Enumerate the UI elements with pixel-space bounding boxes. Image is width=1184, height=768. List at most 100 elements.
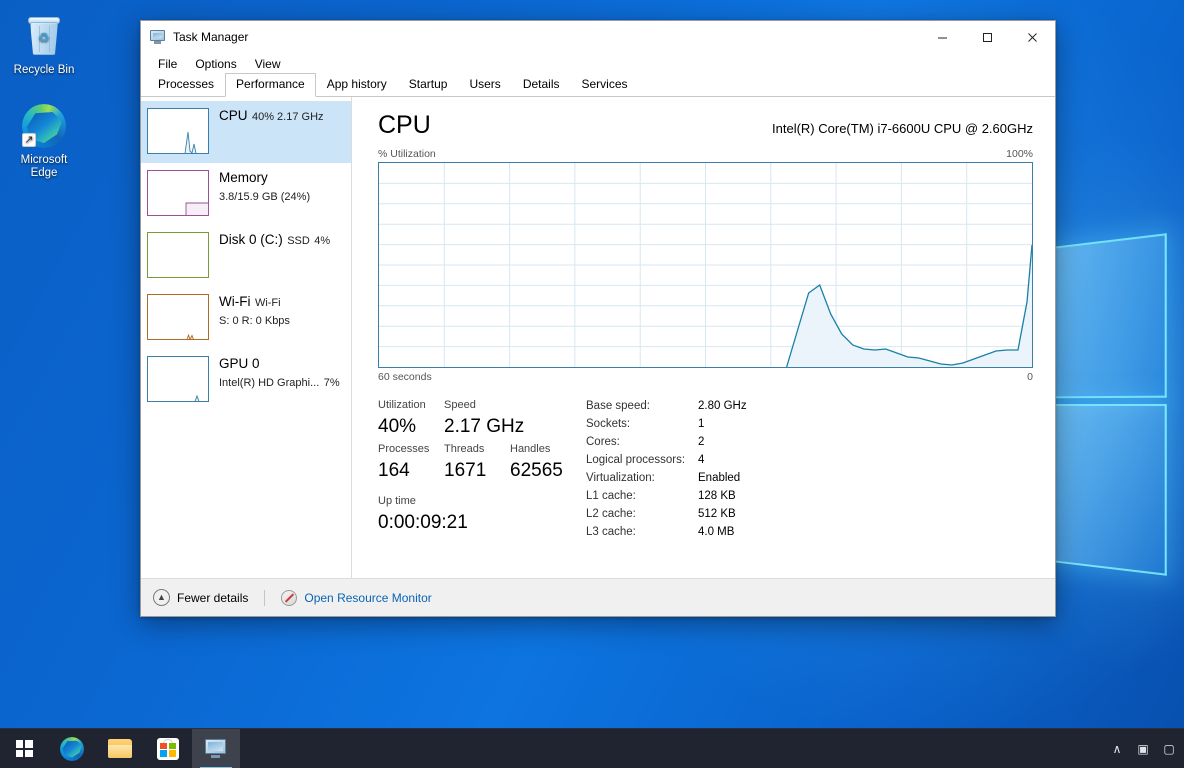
tab-performance[interactable]: Performance	[225, 73, 316, 97]
stat-label: Up time	[378, 495, 416, 507]
menu-options[interactable]: Options	[186, 55, 245, 73]
performance-main-panel: CPU Intel(R) Core(TM) i7-6600U CPU @ 2.6…	[352, 97, 1055, 578]
graph-gridlines	[379, 163, 1032, 367]
wifi-thumbnail-graph	[147, 294, 209, 340]
disk-thumbnail-graph	[147, 232, 209, 278]
sidebar-item-sub: 40% 2.17 GHz	[251, 111, 324, 123]
tab-startup[interactable]: Startup	[398, 73, 459, 96]
sidebar-item-title: Disk 0 (C:)	[219, 232, 283, 247]
memory-thumbnail-graph	[147, 170, 209, 216]
stat-value: 164	[378, 460, 410, 481]
tray-app-icon[interactable]: ▣	[1130, 729, 1156, 768]
maximize-button[interactable]	[965, 21, 1010, 53]
sidebar-item-gpu[interactable]: GPU 0 Intel(R) HD Graphi... 7%	[141, 349, 351, 411]
spec-key: Base speed:	[586, 400, 650, 412]
menu-bar: File Options View	[141, 53, 1055, 74]
store-icon	[157, 737, 179, 760]
sidebar-item-memory[interactable]: Memory 3.8/15.9 GB (24%)	[141, 163, 351, 225]
show-hidden-icons-icon[interactable]: ∧	[1104, 729, 1130, 768]
graph-xmax-label: 0	[1027, 371, 1033, 383]
taskbar: ∧ ▣ ▢	[0, 728, 1184, 768]
tab-processes[interactable]: Processes	[147, 73, 225, 96]
cpu-model-label: Intel(R) Core(TM) i7-6600U CPU @ 2.60GHz	[772, 121, 1033, 136]
taskbar-task-manager[interactable]	[192, 728, 240, 768]
tab-users[interactable]: Users	[458, 73, 511, 96]
sidebar-item-title: CPU	[219, 108, 248, 123]
sidebar-item-title: GPU 0	[219, 356, 260, 371]
spec-value: 2	[698, 436, 705, 448]
spec-value: 2.80 GHz	[698, 400, 747, 412]
stat-label: Utilization	[378, 399, 426, 411]
menu-view[interactable]: View	[246, 55, 290, 73]
window-body: CPU 40% 2.17 GHz Memory 3.8/15.9 GB (24%…	[141, 97, 1055, 578]
sidebar-item-sub: Intel(R) HD Graphi...	[219, 377, 320, 389]
spec-value: 4	[698, 454, 705, 466]
spec-value: 512 KB	[698, 508, 736, 520]
window-footer: ▲ Fewer details Open Resource Monitor	[141, 578, 1055, 616]
sidebar-item-sub: 3.8/15.9 GB (24%)	[219, 191, 311, 203]
cpu-thumbnail-graph	[147, 108, 209, 154]
window-titlebar[interactable]: Task Manager	[141, 21, 1055, 53]
menu-file[interactable]: File	[149, 55, 186, 73]
task-manager-icon	[205, 739, 227, 758]
spec-key: Virtualization:	[586, 472, 655, 484]
sidebar-item-title: Memory	[219, 170, 268, 185]
cpu-spec-list: Base speed: 2.80 GHz Sockets: 1 Cores: 2…	[586, 397, 1033, 541]
desktop-icon-recycle-bin[interactable]: ♻ Recycle Bin	[6, 14, 82, 77]
recycle-bin-icon: ♻	[6, 14, 82, 60]
start-button[interactable]	[0, 729, 48, 768]
spec-value: 128 KB	[698, 490, 736, 502]
desktop-icon-label: Microsoft Edge	[20, 154, 68, 179]
sidebar-item-sub2: S: 0 R: 0 Kbps	[219, 315, 290, 327]
window-title: Task Manager	[173, 30, 249, 44]
stat-label: Threads	[444, 443, 485, 455]
fewer-details-label: Fewer details	[177, 590, 249, 605]
taskbar-store[interactable]	[144, 729, 192, 768]
spec-value: 1	[698, 418, 705, 430]
resource-monitor-icon	[281, 589, 298, 606]
spec-value: Enabled	[698, 472, 741, 484]
sidebar-item-wifi[interactable]: Wi-Fi Wi-Fi S: 0 R: 0 Kbps	[141, 287, 351, 349]
stat-value: 2.17 GHz	[444, 416, 525, 437]
stat-label: Processes	[378, 443, 430, 455]
footer-divider	[264, 589, 266, 606]
edge-icon	[60, 736, 84, 761]
wallpaper-windows-logo	[1042, 231, 1184, 579]
spec-key: Cores:	[586, 436, 620, 448]
spec-key: L3 cache:	[586, 526, 636, 538]
stat-uptime: Up time 0:00:09:21	[378, 493, 468, 537]
stat-processes: Processes 164	[378, 441, 444, 485]
chevron-up-icon: ▲	[153, 589, 170, 606]
sidebar-item-cpu[interactable]: CPU 40% 2.17 GHz	[141, 101, 351, 163]
sidebar-item-sub: SSD	[287, 235, 310, 247]
open-resource-monitor-link[interactable]: Open Resource Monitor	[281, 589, 432, 606]
stat-value: 1671	[444, 460, 487, 481]
graph-axis-labels: % Utilization 100%	[378, 148, 1033, 160]
fewer-details-button[interactable]: ▲ Fewer details	[153, 589, 248, 606]
minimize-button[interactable]	[920, 21, 965, 53]
graph-ymax-label: 100%	[1006, 148, 1033, 160]
tab-services[interactable]: Services	[571, 73, 639, 96]
cpu-utilization-graph	[378, 162, 1033, 368]
graph-xlabel: 60 seconds	[378, 371, 432, 383]
sidebar-item-disk[interactable]: Disk 0 (C:) SSD 4%	[141, 225, 351, 287]
performance-sidebar: CPU 40% 2.17 GHz Memory 3.8/15.9 GB (24%…	[141, 97, 352, 578]
tab-details[interactable]: Details	[512, 73, 571, 96]
close-button[interactable]	[1010, 21, 1055, 53]
sidebar-item-title: Wi-Fi	[219, 294, 251, 309]
page-title: CPU	[378, 111, 431, 139]
sidebar-item-sub2: 7%	[323, 377, 340, 389]
desktop-icon-microsoft-edge[interactable]: ↗ Microsoft Edge	[6, 104, 82, 180]
tab-strip: Processes Performance App history Startu…	[141, 73, 1055, 97]
stat-value: 0:00:09:21	[378, 512, 468, 533]
task-manager-icon	[150, 29, 166, 45]
stat-value: 40%	[378, 416, 417, 437]
taskbar-file-explorer[interactable]	[96, 729, 144, 768]
tray-camera-icon[interactable]: ▢	[1156, 729, 1182, 768]
cpu-stats-primary: Utilization 40% Speed 2.17 GHz Processes	[378, 397, 578, 541]
tab-app-history[interactable]: App history	[316, 73, 398, 96]
edge-icon: ↗	[6, 104, 82, 150]
gpu-thumbnail-graph	[147, 356, 209, 402]
cpu-graph-svg	[379, 163, 1032, 367]
taskbar-edge[interactable]	[48, 729, 96, 768]
